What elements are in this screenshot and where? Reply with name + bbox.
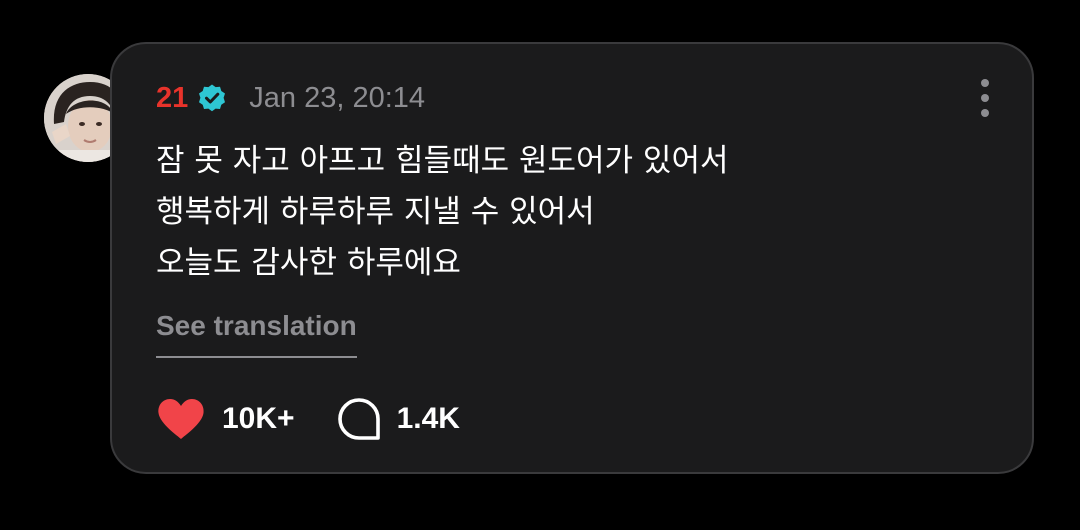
post-body-line: 행복하게 하루하루 지낼 수 있어서 — [156, 194, 595, 230]
post-actions: 10K+ 1.4K — [156, 394, 460, 444]
heart-icon — [158, 399, 204, 439]
post-body-line: 오늘도 감사한 하루에요 — [156, 245, 461, 281]
more-options-icon[interactable] — [972, 78, 998, 118]
verified-badge-icon — [199, 84, 226, 112]
author-name[interactable]: 21 — [156, 76, 188, 120]
like-button[interactable]: 10K+ — [156, 397, 295, 441]
see-translation-link[interactable]: See translation — [156, 306, 357, 358]
comment-button[interactable]: 1.4K — [337, 397, 460, 441]
post-header: 21 Jan 23, 20:14 — [156, 76, 425, 120]
post-body-line: 잠 못 자고 아프고 힘들때도 원도어가 있어서 — [156, 143, 729, 179]
post-timestamp: Jan 23, 20:14 — [249, 82, 426, 114]
comment-bubble-icon — [337, 398, 380, 440]
comment-count: 1.4K — [396, 402, 460, 435]
post-body: 잠 못 자고 아프고 힘들때도 원도어가 있어서 행복하게 하루하루 지낼 수 … — [156, 136, 728, 289]
post-card: 21 Jan 23, 20:14 잠 못 자고 아프고 힘들때도 원도어가 있어… — [110, 42, 1034, 474]
like-count: 10K+ — [222, 402, 295, 435]
